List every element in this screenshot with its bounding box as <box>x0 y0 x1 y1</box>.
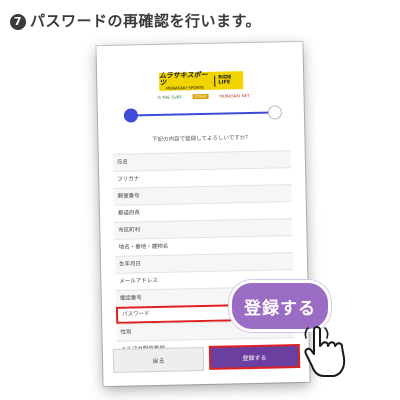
step-number: 7 <box>10 14 26 30</box>
phone-screen: ムラサキスポーツ MURASAKI SPORTS RIDE LIFE G THE… <box>96 41 310 387</box>
partner-logo: G THE SURF <box>157 94 182 100</box>
step-title: 7 パスワードの再確認を行います。 <box>10 10 261 31</box>
register-button[interactable]: 登録する <box>208 343 301 370</box>
stepper-dot-complete <box>123 108 139 123</box>
back-button[interactable]: 戻る <box>112 347 205 373</box>
stepper-line <box>129 111 276 117</box>
tap-hand-icon <box>304 326 346 377</box>
progress-stepper <box>110 102 296 126</box>
confirm-message: 下記の内容で登録してよろしいですか？ <box>152 134 251 144</box>
logo-sub-text: MURASAKI SPORTS <box>165 84 204 91</box>
logo-ride-text: RIDE LIFE <box>214 74 244 87</box>
partner-logos: G THE SURF STRAY MURASAKI NET <box>157 93 249 100</box>
brand-logo: ムラサキスポーツ MURASAKI SPORTS RIDE LIFE <box>159 71 244 91</box>
partner-logo: STRAY <box>192 93 209 100</box>
step-text: パスワードの再確認を行います。 <box>30 12 262 30</box>
action-buttons: 戻る 登録する <box>112 343 301 373</box>
partner-logo: MURASAKI NET <box>219 93 250 99</box>
stepper-dot-pending <box>267 105 283 120</box>
